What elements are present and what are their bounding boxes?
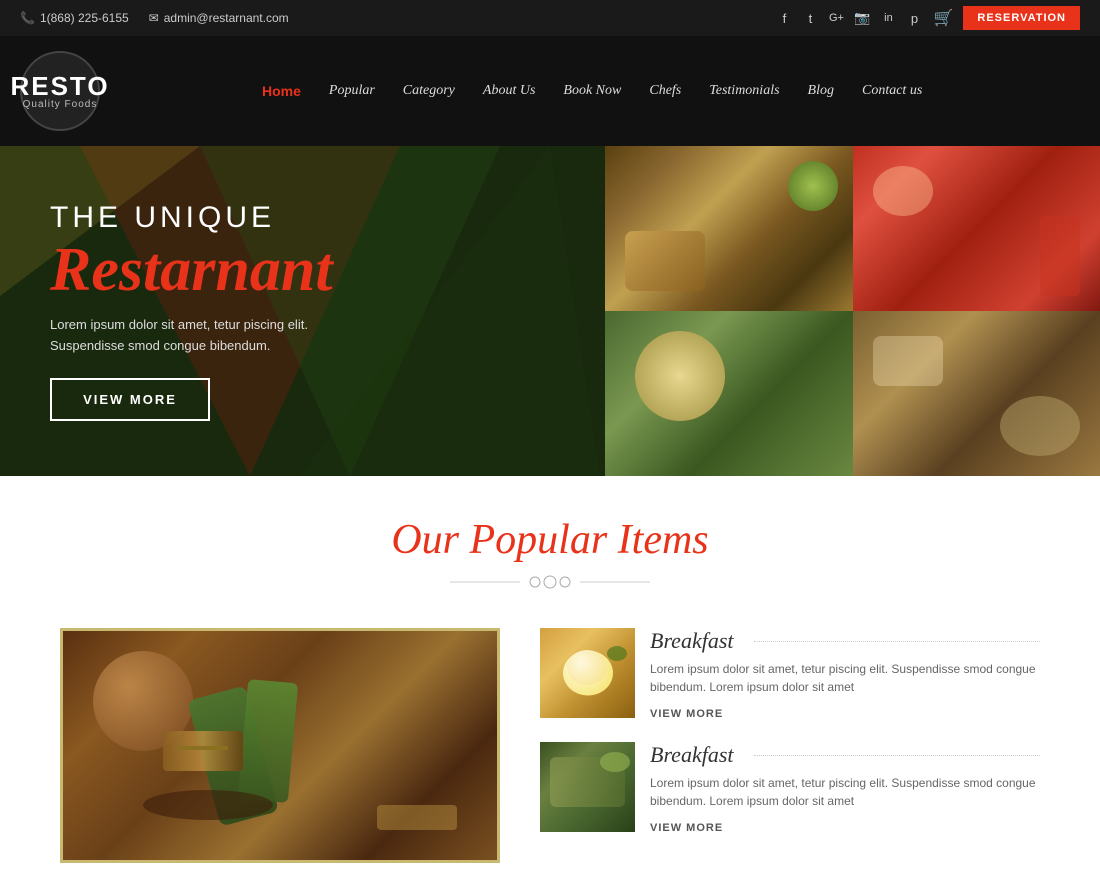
navbar: RESTO Quality Foods Home Popular Categor… — [0, 36, 1100, 146]
menu-item-1-view-more[interactable]: VIEW MORE — [650, 708, 723, 720]
phone-number: 1(868) 225-6155 — [40, 11, 129, 25]
menu-item-1-title: Breakfast — [650, 628, 1040, 654]
food-visual — [63, 631, 497, 860]
nav-blog[interactable]: Blog — [796, 75, 846, 107]
hero-photo-2 — [853, 146, 1100, 311]
title-dots-2 — [754, 755, 1041, 756]
nav-chefs[interactable]: Chefs — [637, 75, 693, 107]
hero-photo-4-inner — [853, 311, 1100, 476]
pinterest-icon[interactable]: p — [905, 9, 923, 27]
social-icons: f t G+ 📷 in p — [775, 9, 923, 27]
menu-item-1: Breakfast Lorem ipsum dolor sit amet, te… — [540, 628, 1040, 722]
popular-featured-image — [60, 628, 500, 863]
nav-links: Home Popular Category About Us Book Now … — [250, 75, 934, 107]
fish-food-image — [540, 742, 635, 832]
hero-photo-2-inner — [853, 146, 1100, 311]
menu-item-2-info: Breakfast Lorem ipsum dolor sit amet, te… — [650, 742, 1040, 836]
nav-about[interactable]: About Us — [471, 75, 548, 107]
menu-item-1-info: Breakfast Lorem ipsum dolor sit amet, te… — [650, 628, 1040, 722]
facebook-icon[interactable]: f — [775, 9, 793, 27]
email-address: admin@restarnant.com — [164, 11, 289, 25]
hero-description: Lorem ipsum dolor sit amet, tetur piscin… — [50, 315, 555, 357]
nav-testimonials[interactable]: Testimonials — [697, 75, 791, 107]
menu-item-2-title: Breakfast — [650, 742, 1040, 768]
hero-photo-1-inner — [605, 146, 853, 311]
menu-item-2-view-more[interactable]: VIEW MORE — [650, 822, 723, 834]
nav-home[interactable]: Home — [250, 75, 313, 107]
top-bar: 📞 1(868) 225-6155 ✉ admin@restarnant.com… — [0, 0, 1100, 36]
hero-restaurant: Restarnant — [50, 239, 555, 301]
popular-content: Breakfast Lorem ipsum dolor sit amet, te… — [60, 628, 1040, 863]
hero-photo-3 — [605, 311, 853, 476]
nav-category[interactable]: Category — [391, 75, 467, 107]
hero-content: THE UNIQUE Restarnant Lorem ipsum dolor … — [50, 201, 555, 422]
hero-view-more-button[interactable]: VIEW MORE — [50, 378, 210, 421]
phone-icon: 📞 — [20, 11, 35, 25]
logo-sub: Quality Foods — [23, 99, 98, 110]
top-bar-contact: 📞 1(868) 225-6155 ✉ admin@restarnant.com — [20, 11, 289, 25]
hero-photo-grid — [605, 146, 1100, 476]
hero-left: THE UNIQUE Restarnant Lorem ipsum dolor … — [0, 146, 605, 476]
divider-ornament — [450, 572, 650, 592]
linkedin-icon[interactable]: in — [879, 9, 897, 27]
title-dots-1 — [754, 641, 1041, 642]
logo-area: RESTO Quality Foods — [20, 51, 210, 131]
twitter-icon[interactable]: t — [801, 9, 819, 27]
menu-item-1-thumb — [540, 628, 635, 718]
menu-item-2: Breakfast Lorem ipsum dolor sit amet, te… — [540, 742, 1040, 836]
menu-item-1-desc: Lorem ipsum dolor sit amet, tetur piscin… — [650, 660, 1040, 696]
top-bar-right: f t G+ 📷 in p 🛒 RESERVATION — [775, 6, 1080, 30]
reservation-button[interactable]: RESERVATION — [963, 6, 1080, 30]
phone-info: 📞 1(868) 225-6155 — [20, 11, 129, 25]
email-icon: ✉ — [149, 11, 159, 25]
cart-icon[interactable]: 🛒 — [933, 8, 953, 28]
instagram-icon[interactable]: 📷 — [853, 9, 871, 27]
popular-menu-items: Breakfast Lorem ipsum dolor sit amet, te… — [540, 628, 1040, 836]
googleplus-icon[interactable]: G+ — [827, 9, 845, 27]
logo-main: RESTO — [10, 73, 109, 99]
menu-item-2-desc: Lorem ipsum dolor sit amet, tetur piscin… — [650, 774, 1040, 810]
email-info: ✉ admin@restarnant.com — [149, 11, 289, 25]
logo: RESTO Quality Foods — [20, 51, 100, 131]
hero-the-unique: THE UNIQUE — [50, 201, 555, 235]
menu-item-2-thumb — [540, 742, 635, 832]
nav-booknow[interactable]: Book Now — [551, 75, 633, 107]
popular-section: Our Popular Items — [0, 476, 1100, 893]
hero-photo-4 — [853, 311, 1100, 476]
nav-popular[interactable]: Popular — [317, 75, 387, 107]
hero-section: THE UNIQUE Restarnant Lorem ipsum dolor … — [0, 146, 1100, 476]
nav-contact[interactable]: Contact us — [850, 75, 934, 107]
section-divider — [60, 572, 1040, 598]
section-title: Our Popular Items — [60, 516, 1040, 564]
hero-photo-1 — [605, 146, 853, 311]
egg-food-image — [540, 628, 635, 718]
hero-photo-3-inner — [605, 311, 853, 476]
